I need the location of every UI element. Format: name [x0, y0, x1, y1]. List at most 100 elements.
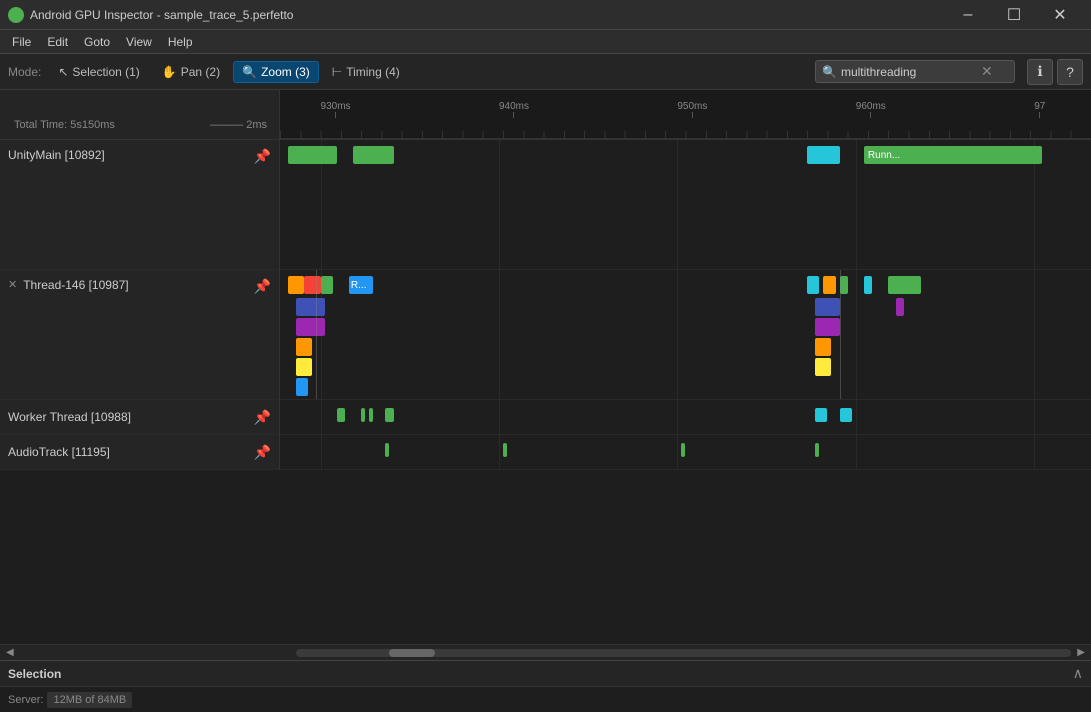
statusbar: Server: 12MB of 84MB [0, 686, 1091, 712]
audio-bar-1[interactable] [385, 443, 389, 457]
thread-146-pin-icon[interactable]: 📌 [254, 278, 271, 295]
track-label-audio-track: AudioTrack [11195] 📌 [0, 435, 279, 470]
t146-bar-blue-rstack[interactable] [815, 298, 839, 316]
thread-146-label: Thread-146 [10987] [23, 278, 128, 292]
ruler-mark-950: 950ms [677, 101, 707, 112]
unity-bar-2[interactable] [353, 146, 394, 164]
empty-area [0, 470, 1091, 644]
selection-title: Selection [8, 667, 61, 681]
track-row-unity-main[interactable]: Runn... [280, 140, 1091, 270]
bottom-panel: Selection ∧ [0, 660, 1091, 686]
worker-bar-3[interactable] [369, 408, 373, 422]
toolbar-right: ℹ ? [1027, 59, 1083, 85]
ruler-mark-97: 97 [1034, 101, 1045, 112]
worker-bar-r1[interactable] [815, 408, 827, 422]
t146-bar-r[interactable]: R... [349, 276, 373, 294]
menu-edit[interactable]: Edit [39, 33, 76, 51]
t146-bar-orange-r1[interactable] [823, 276, 835, 294]
t146-bar-orange-rstack[interactable] [815, 338, 831, 356]
titlebar-title: Android GPU Inspector - sample_trace_5.p… [30, 8, 293, 22]
track-row-audio-track[interactable] [280, 435, 1091, 470]
audio-bar-2[interactable] [503, 443, 507, 457]
search-input[interactable] [841, 65, 981, 79]
t146-bar-green-r3[interactable] [888, 276, 920, 294]
worker-bar-4[interactable] [385, 408, 393, 422]
audio-track-pin-icon[interactable]: 📌 [254, 444, 271, 461]
t146-bar-green-r1[interactable] [840, 276, 848, 294]
mode-pan[interactable]: ✋ Pan (2) [153, 61, 229, 83]
pan-icon: ✋ [162, 65, 177, 79]
search-icon: 🔍 [822, 65, 837, 79]
worker-thread-pin-icon[interactable]: 📌 [254, 409, 271, 426]
total-time: Total Time: 5s150ms [8, 115, 121, 135]
thread-146-close-icon[interactable]: ✕ [8, 278, 17, 291]
titlebar: Android GPU Inspector - sample_trace_5.p… [0, 0, 1091, 30]
track-canvas[interactable]: Runn... R... [280, 140, 1091, 470]
minimize-button[interactable]: – [945, 0, 991, 30]
scroll-thumb[interactable] [389, 649, 436, 657]
t146-bar-purple-stack[interactable] [296, 318, 324, 336]
worker-bar-1[interactable] [337, 408, 345, 422]
t146-bar-yellow-rstack[interactable] [815, 358, 831, 376]
search-clear-icon[interactable]: ✕ [981, 63, 993, 80]
mode-selection[interactable]: ↖ Selection (1) [49, 61, 148, 83]
menu-file[interactable]: File [4, 33, 39, 51]
unity-bar-1[interactable] [288, 146, 337, 164]
titlebar-left: Android GPU Inspector - sample_trace_5.p… [8, 7, 293, 23]
scroll-left-arrow[interactable]: ◀ [4, 647, 16, 658]
ruler-mark-940: 940ms [499, 101, 529, 112]
t146-bar-green-1[interactable] [321, 276, 333, 294]
worker-bar-2[interactable] [361, 408, 365, 422]
t146-bar-orange-1[interactable] [288, 276, 304, 294]
t146-bar-red-1[interactable] [304, 276, 320, 294]
scroll-right-arrow[interactable]: ▶ [1075, 647, 1087, 658]
t146-bar-blue2-stack[interactable] [296, 378, 308, 396]
horizontal-scrollbar[interactable]: ◀ ▶ [0, 644, 1091, 660]
collapse-button[interactable]: ∧ [1073, 665, 1083, 682]
ruler-mark-930: 930ms [321, 101, 351, 112]
t146-bar-blue-stack[interactable] [296, 298, 324, 316]
server-value: 12MB of 84MB [47, 692, 132, 708]
help-button[interactable]: ? [1057, 59, 1083, 85]
toolbar: Mode: ↖ Selection (1) ✋ Pan (2) 🔍 Zoom (… [0, 54, 1091, 90]
unity-bar-teal[interactable] [807, 146, 839, 164]
timeline-header: Total Time: 5s150ms ——— 2ms 930ms 940ms … [0, 90, 1091, 140]
zoom-icon: 🔍 [242, 65, 257, 79]
track-label-unity-main: UnityMain [10892] 📌 [0, 140, 279, 270]
t146-bar-purple-rstack[interactable] [815, 318, 839, 336]
info-button[interactable]: ℹ [1027, 59, 1053, 85]
timing-icon: ⊢ [332, 65, 342, 79]
unity-main-label: UnityMain [10892] [8, 148, 105, 162]
titlebar-controls: – ☐ ✕ [945, 0, 1083, 30]
menu-goto[interactable]: Goto [76, 33, 118, 51]
t146-bar-yellow-stack[interactable] [296, 358, 312, 376]
maximize-button[interactable]: ☐ [991, 0, 1037, 30]
menu-help[interactable]: Help [160, 33, 201, 51]
track-row-thread-146[interactable]: R... [280, 270, 1091, 400]
track-labels: UnityMain [10892] 📌 ✕ Thread-146 [10987]… [0, 140, 280, 470]
track-row-worker-thread[interactable] [280, 400, 1091, 435]
unity-main-pin-icon[interactable]: 📌 [254, 148, 271, 165]
server-label: Server: [8, 694, 43, 706]
t146-bar-teal-r2[interactable] [864, 276, 872, 294]
mode-timing[interactable]: ⊢ Timing (4) [323, 61, 409, 83]
track-label-worker-thread: Worker Thread [10988] 📌 [0, 400, 279, 435]
menubar: File Edit Goto View Help [0, 30, 1091, 54]
search-container: 🔍 ✕ [815, 60, 1015, 83]
ruler-mark-960: 960ms [856, 101, 886, 112]
mode-zoom[interactable]: 🔍 Zoom (3) [233, 61, 319, 83]
worker-bar-r2[interactable] [840, 408, 852, 422]
selection-icon: ↖ [58, 65, 68, 79]
audio-bar-3[interactable] [681, 443, 685, 457]
t146-bar-orange-stack[interactable] [296, 338, 312, 356]
audio-bar-4[interactable] [815, 443, 819, 457]
pan-label: Pan (2) [181, 65, 220, 79]
close-button[interactable]: ✕ [1037, 0, 1083, 30]
t146-bar-purple-far[interactable] [896, 298, 904, 316]
menu-view[interactable]: View [118, 33, 160, 51]
android-icon [8, 7, 24, 23]
selection-label: Selection (1) [72, 65, 139, 79]
t146-bar-teal-r1[interactable] [807, 276, 819, 294]
unity-bar-running[interactable]: Runn... [864, 146, 1042, 164]
timing-label: Timing (4) [346, 65, 400, 79]
